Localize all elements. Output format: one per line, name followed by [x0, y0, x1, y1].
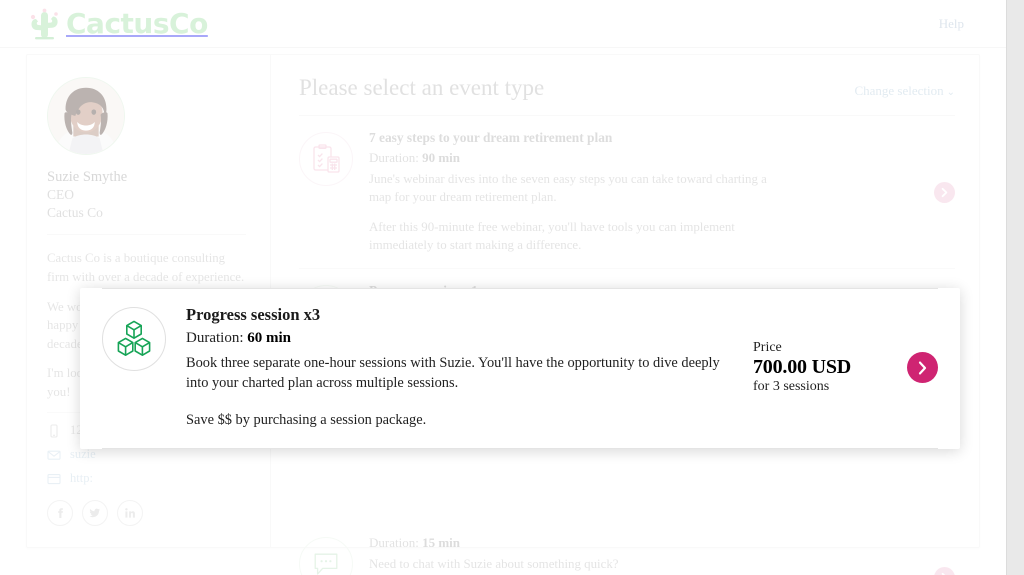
contact-email[interactable]: suzie [47, 447, 246, 462]
event-details: 7 easy steps to your dream retirement pl… [369, 130, 772, 254]
social-links [47, 500, 246, 526]
highlighted-duration-value: 60 min [247, 330, 291, 346]
event-select-button[interactable] [934, 567, 955, 575]
linkedin-icon[interactable] [117, 500, 143, 526]
event-type-row[interactable]: 7 easy steps to your dream retirement pl… [299, 116, 955, 269]
twitter-icon[interactable] [82, 500, 108, 526]
page-title: Please select an event type [299, 75, 544, 101]
chevron-right-icon [916, 360, 929, 376]
highlighted-event-title: Progress session x3 [186, 305, 727, 325]
highlighted-event-inner: Progress session x3 Duration: 60 min Boo… [102, 288, 938, 449]
three-boxes-icon [102, 307, 166, 371]
event-description: June's webinar dives into the seven easy… [369, 170, 772, 207]
event-details: Duration: 15 min Need to chat with Suzie… [369, 535, 772, 575]
envelope-icon [47, 448, 61, 462]
change-selection-label: Change selection [854, 83, 943, 98]
event-title: 7 easy steps to your dream retirement pl… [369, 130, 772, 146]
event-duration-label: Duration: [369, 150, 419, 165]
highlighted-event-card[interactable]: Progress session x3 Duration: 60 min Boo… [80, 288, 960, 449]
event-duration-value: 90 min [422, 150, 460, 165]
chat-bubble-icon [299, 537, 353, 575]
avatar [47, 77, 125, 155]
change-selection-link[interactable]: Change selection ⌄ [854, 83, 955, 99]
event-duration: Duration: 90 min [369, 150, 772, 166]
sidebar-divider [47, 234, 246, 235]
bio-paragraph: Cactus Co is a boutique consulting firm … [47, 249, 246, 286]
event-duration: Duration: 15 min [369, 535, 772, 551]
page-root: CactusCo Help [0, 0, 1006, 575]
highlighted-event-description: Save $$ by purchasing a session package. [186, 410, 727, 430]
chevron-right-icon [940, 187, 949, 198]
chevron-down-icon: ⌄ [947, 87, 955, 98]
highlighted-event-description: Book three separate one-hour sessions wi… [186, 353, 727, 394]
facebook-icon[interactable] [47, 500, 73, 526]
phone-icon [47, 424, 61, 438]
top-bar: CactusCo Help [0, 0, 1006, 48]
profile-organization: Cactus Co [47, 204, 246, 222]
highlighted-price-note: for 3 sessions [753, 379, 887, 395]
highlighted-price-label: Price [753, 340, 887, 356]
page-right-gutter [1006, 0, 1024, 575]
event-description: Need to chat with Suzie about something … [369, 555, 772, 573]
highlighted-price-value: 700.00 USD [753, 356, 887, 379]
brand-name: CactusCo [66, 6, 208, 42]
highlighted-duration-label: Duration: [186, 330, 244, 346]
contact-website-text: http: [70, 471, 93, 486]
highlighted-event-duration: Duration: 60 min [186, 330, 727, 347]
event-description: After this 90-minute free webinar, you'l… [369, 218, 772, 255]
highlighted-event-select-button[interactable] [907, 352, 938, 383]
event-duration-label: Duration: [369, 535, 419, 550]
browser-icon [47, 472, 61, 486]
contact-email-text: suzie [70, 447, 96, 462]
clipboard-calculator-icon [299, 132, 353, 186]
event-type-row[interactable]: Duration: 15 min Need to chat with Suzie… [299, 521, 955, 575]
highlighted-event-details: Progress session x3 Duration: 60 min Boo… [186, 305, 727, 430]
event-duration-value: 15 min [422, 535, 460, 550]
event-select-button[interactable] [934, 182, 955, 203]
help-link[interactable]: Help [939, 16, 964, 32]
highlighted-event-price: Price 700.00 USD for 3 sessions [747, 340, 887, 395]
brand-logo[interactable]: CactusCo [24, 6, 208, 42]
profile-name: Suzie Smythe [47, 169, 246, 186]
cactus-icon [24, 6, 64, 42]
profile-role: CEO [47, 186, 246, 204]
panel-header: Please select an event type Change selec… [299, 75, 955, 116]
contact-website[interactable]: http: [47, 471, 246, 486]
